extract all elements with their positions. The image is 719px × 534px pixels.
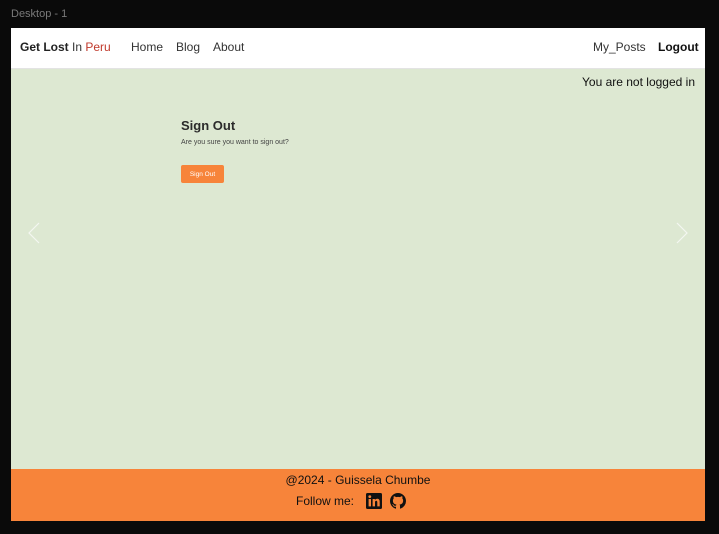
github-icon[interactable] [390,493,407,509]
nav-blog[interactable]: Blog [176,40,200,54]
follow-row: Follow me: [296,492,407,510]
signout-button[interactable]: Sign Out [181,165,224,183]
page-frame: Get Lost In Peru Home Blog About My_Post… [11,28,705,521]
brand-logo[interactable]: Get Lost In Peru [20,40,111,54]
nav-about[interactable]: About [213,40,244,54]
brand-part-2: In [68,40,86,54]
frame-label: Desktop - 1 [11,8,68,20]
signout-message: Are you sure you want to sign out? [181,139,289,146]
footer: @2024 - Guissela Chumbe Follow me: [11,469,705,521]
carousel-prev-icon[interactable] [27,221,41,245]
nav-home[interactable]: Home [131,40,163,54]
brand-part-1: Get Lost [20,40,69,54]
login-status: You are not logged in [582,75,695,89]
footer-copyright: @2024 - Guissela Chumbe [285,473,431,487]
follow-label: Follow me: [296,494,355,508]
nav-my-posts[interactable]: My_Posts [593,40,646,54]
carousel-next-icon[interactable] [675,221,689,245]
nav-logout[interactable]: Logout [658,40,699,54]
brand-part-3: Peru [85,40,111,54]
signout-card: Sign Out Are you sure you want to sign o… [181,118,289,183]
signout-title: Sign Out [181,118,236,133]
linkedin-icon[interactable] [366,493,383,509]
navbar: Get Lost In Peru Home Blog About My_Post… [11,28,705,69]
